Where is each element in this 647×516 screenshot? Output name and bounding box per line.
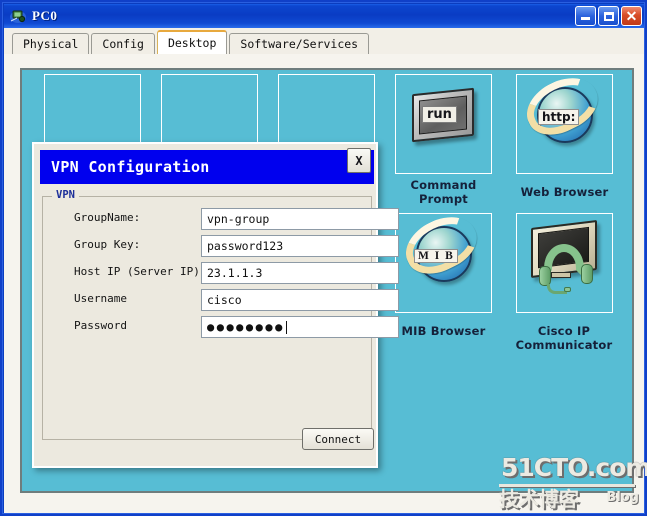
vpn-dialog-title: VPN Configuration — [51, 158, 210, 176]
pc0-window: PC0 ✕ Physical Config Desktop Software/S… — [0, 0, 647, 516]
input-username[interactable]: cisco — [201, 289, 399, 311]
label-username: Username — [74, 292, 127, 305]
mib-browser-badge: M I B — [414, 249, 459, 263]
tab-physical[interactable]: Physical — [12, 33, 90, 54]
field-row-password: Password ●●●●●●●● — [46, 316, 399, 338]
desktop-label-web-browser: Web Browser — [520, 185, 609, 199]
vpn-dialog-titlebar: VPN Configuration — [40, 150, 374, 184]
input-host-ip[interactable]: 23.1.1.3 — [201, 262, 399, 284]
command-prompt-icon: run — [396, 75, 491, 173]
tab-config[interactable]: Config — [91, 33, 155, 54]
connect-button[interactable]: Connect — [302, 428, 374, 450]
field-row-username: Username cisco — [46, 289, 399, 311]
tab-desktop[interactable]: Desktop — [156, 30, 228, 54]
desktop-icon-web-browser[interactable]: http: — [516, 67, 613, 174]
web-browser-icon: http: — [517, 67, 612, 173]
command-prompt-badge: run — [422, 106, 457, 123]
vpn-dialog-close-button[interactable]: X — [347, 148, 371, 173]
label-groupname: GroupName: — [74, 211, 141, 224]
tab-content-panel: run Command Prompt http: Web Browser M I… — [4, 54, 647, 514]
window-titlebar: PC0 ✕ — [4, 4, 645, 28]
field-row-groupname: GroupName: vpn-group — [46, 208, 399, 230]
desktop-label-mib-browser: MIB Browser — [401, 324, 486, 338]
input-password[interactable]: ●●●●●●●● — [201, 316, 399, 338]
input-groupname[interactable]: vpn-group — [201, 208, 399, 230]
label-password: Password — [74, 319, 127, 332]
password-mask: ●●●●●●●● — [207, 320, 285, 334]
label-group-key: Group Key: — [74, 238, 141, 251]
minimize-icon[interactable] — [575, 6, 596, 26]
vpn-group-box-label: VPN — [52, 189, 79, 201]
web-browser-badge: http: — [538, 109, 580, 125]
mib-browser-icon: M I B — [396, 206, 491, 312]
pc-device-icon — [9, 7, 27, 25]
maximize-icon[interactable] — [598, 6, 619, 26]
desktop-icon-cisco-ip-communicator[interactable] — [516, 213, 613, 313]
tab-software-services[interactable]: Software/Services — [229, 33, 370, 54]
cisco-ip-communicator-icon — [517, 214, 612, 312]
desktop-label-cisco-ip-communicator: Cisco IP Communicator — [515, 324, 613, 352]
tab-bar: Physical Config Desktop Software/Service… — [4, 28, 645, 54]
field-row-group-key: Group Key: password123 — [46, 235, 399, 257]
vpn-configuration-dialog: VPN Configuration X VPN GroupName: vpn-g… — [32, 142, 399, 468]
desktop-icon-command-prompt[interactable]: run — [395, 74, 492, 174]
input-group-key[interactable]: password123 — [201, 235, 399, 257]
window-title: PC0 — [32, 8, 58, 23]
desktop-label-command-prompt: Command Prompt — [410, 178, 477, 206]
field-row-host-ip: Host IP (Server IP): 23.1.1.3 — [46, 262, 399, 284]
desktop-icon-mib-browser[interactable]: M I B — [395, 206, 492, 313]
label-host-ip: Host IP (Server IP): — [74, 265, 207, 278]
close-icon[interactable]: ✕ — [621, 6, 642, 26]
text-caret — [285, 320, 287, 334]
window-controls: ✕ — [575, 6, 642, 26]
